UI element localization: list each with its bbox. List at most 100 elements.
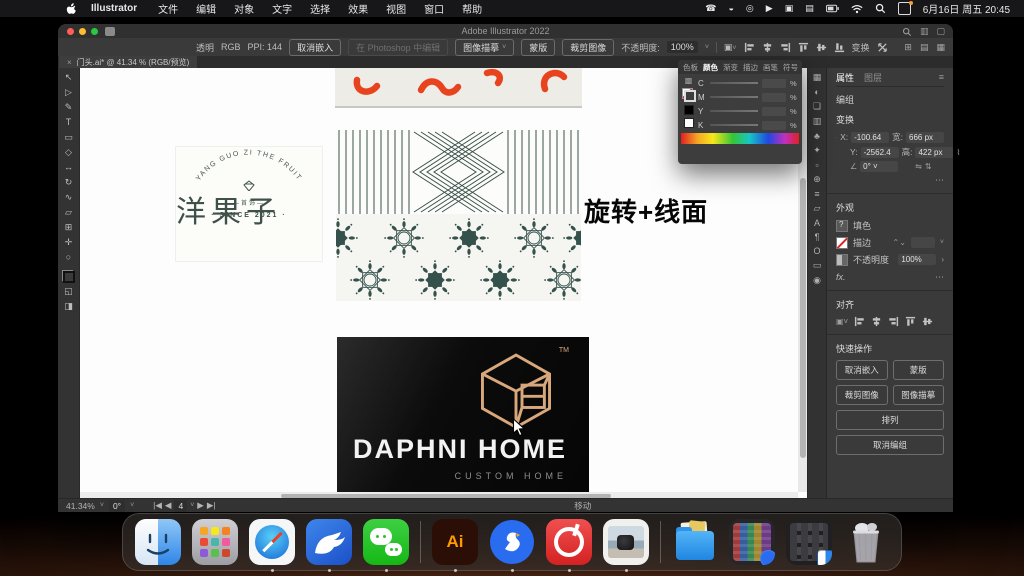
info-panel-icon[interactable]: ⊕ [813,174,821,185]
dock-item-illustrator[interactable]: Ai [432,519,478,565]
align-bottom-icon[interactable] [834,42,845,53]
draw-mode-icon[interactable]: ◱ [64,285,73,298]
transform-more-options[interactable]: ⋯ [836,175,944,186]
shear-tool[interactable]: ▱ [65,206,72,219]
screen-mode-icon[interactable]: ◨ [64,300,73,313]
glyphs-panel-icon[interactable]: O [813,246,820,256]
align-top-icon[interactable] [905,316,916,327]
chevron-down-icon[interactable]: ˅ [190,502,194,509]
dock-item-minimized-window-1[interactable] [729,519,775,565]
layers-panel-icon[interactable]: ▱ [814,203,821,214]
apple-menu[interactable] [66,2,77,15]
tab-symbols[interactable]: 符号 [783,62,798,73]
fill-stroke-swatches[interactable] [62,270,75,283]
artboard-number-field[interactable]: 4 [174,500,187,512]
x-value-field[interactable]: -100.64 [851,132,889,143]
rotation-field[interactable]: 0° [109,500,125,512]
menu-view[interactable]: 视图 [386,1,406,16]
brushes-panel-icon[interactable]: ♣ [814,131,820,141]
zoom-tool[interactable]: ○ [66,251,71,264]
mask-button[interactable]: 蒙版 [521,39,555,56]
panel-menu-icon[interactable]: ≡ [939,72,944,82]
tab-color[interactable]: 颜色 [703,62,718,73]
hand-tool[interactable]: ✛ [65,236,73,249]
menu-type[interactable]: 文字 [272,1,292,16]
align-middle-icon[interactable] [922,316,933,327]
canvas-annotation-text[interactable]: 旋转+线面 [584,192,708,229]
appearance-opacity-field[interactable]: 100% [898,254,936,265]
shape-builder-tool[interactable]: ◇ [65,146,72,159]
menubar-clock[interactable]: 6月16日 周五 20:45 [923,1,1010,16]
dock-item-minimized-window-2[interactable] [786,519,832,565]
close-tab-icon[interactable]: × [67,58,72,67]
tab-brushes[interactable]: 画笔 [763,62,778,73]
sync-status-icon[interactable]: ◎ [746,0,754,17]
stroke-color-swatch[interactable] [836,237,848,249]
panel-menu-icon[interactable]: ▦ [936,42,945,53]
symbols-panel-icon[interactable]: ✦ [813,145,821,156]
document-tab[interactable]: × 门头.ai* @ 41.34 % (RGB/预览) [59,56,197,68]
artboards-panel-icon[interactable]: ▭ [813,260,822,271]
magenta-value-field[interactable] [762,93,786,102]
constrain-proportions-icon[interactable]: ⌇ [956,148,960,157]
stroke-swatch[interactable] [684,90,696,102]
unembed-button[interactable]: 取消嵌入 [289,39,341,56]
stroke-width-field[interactable] [911,237,935,248]
line-pattern-artwork[interactable] [336,130,581,214]
arrange-documents-icon[interactable]: ▢ [936,26,945,37]
next-artboard-icon[interactable]: ▶ [197,500,204,511]
dock-item-eagle-browser[interactable] [306,519,352,565]
swatches-panel-icon[interactable]: ❏ [813,101,821,112]
menu-object[interactable]: 对象 [234,1,254,16]
align-to-icon[interactable]: ▣˅ [836,317,848,326]
dock-item-netease-music[interactable] [546,519,592,565]
vertical-scrollbar-thumb[interactable] [800,178,806,458]
search-icon[interactable] [902,27,912,37]
cyan-slider[interactable] [710,82,758,84]
cyan-value-field[interactable] [762,79,786,88]
pencil-tool[interactable]: ∿ [65,191,73,204]
grid-status-icon[interactable]: ▤ [805,0,814,17]
menu-effect[interactable]: 效果 [348,1,368,16]
menu-window[interactable]: 窗口 [424,1,444,16]
workspace-switcher-icon[interactable]: ▥ [920,26,929,37]
flip-vertical-icon[interactable]: ⇅ [925,162,932,171]
transform-panel-icon[interactable]: ▫ [815,160,818,170]
dock-item-downloads-folder[interactable] [672,519,718,565]
stroke-width-stepper[interactable]: ⌃⌄ [893,238,906,247]
chevron-down-icon[interactable]: ˅ [940,239,944,246]
align-right-icon[interactable] [780,42,791,53]
chat-status-icon[interactable]: ◒ [728,0,733,17]
align-center-icon[interactable] [871,316,882,327]
magenta-slider[interactable] [710,96,758,98]
quick-ungroup-button[interactable]: 取消编组 [836,435,944,455]
dock-item-goose-app[interactable] [489,519,535,565]
rectangle-tool[interactable]: ▭ [64,131,73,144]
daphni-logo-artwork[interactable]: TM DAPHNI HOME CUSTOM HOME [337,337,589,495]
chevron-down-icon[interactable]: ˅ [130,502,134,509]
flip-horizontal-icon[interactable]: ⇋ [915,162,922,171]
window-titlebar[interactable]: Adobe Illustrator 2022 ▥ ▢ [58,24,953,38]
preferences-icon[interactable]: ▤ [920,42,929,53]
menu-help[interactable]: 帮助 [462,1,482,16]
menu-file[interactable]: 文件 [158,1,178,16]
prev-artboard-icon[interactable]: ◀ [165,500,172,511]
chevron-down-icon[interactable]: ˅ [705,44,709,51]
color-spectrum-bar[interactable] [681,133,799,144]
panel-fill-stroke-swatches[interactable] [682,88,696,102]
align-top-icon[interactable] [798,42,809,53]
appearance-more-options[interactable]: ⋯ [935,272,944,283]
quick-arrange-button[interactable]: 排列 [836,410,944,430]
type-tool[interactable]: T [66,116,72,129]
document-setup-icon[interactable]: ⊞ [904,42,912,53]
black-slider[interactable] [710,124,758,126]
horizontal-scrollbar-thumb[interactable] [281,494,611,498]
fruit-logo-artwork[interactable]: YANG GUO ZI THE FRUIT 洋果子 —首饰— · SINCE 2… [175,146,323,262]
libraries-panel-icon[interactable]: ▦ [813,72,822,83]
direct-selection-tool[interactable]: ▷ [65,86,72,99]
rotate-tool[interactable]: ↻ [65,176,73,189]
tab-stroke[interactable]: 描边 [743,62,758,73]
wifi-icon[interactable] [851,4,863,14]
menubar-app-name[interactable]: Illustrator [91,3,137,14]
chevron-right-icon[interactable]: › [941,255,944,264]
